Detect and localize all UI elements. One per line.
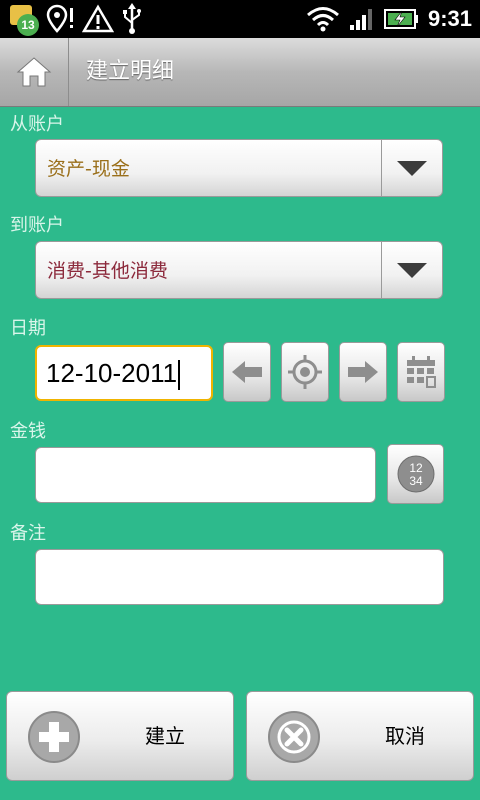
from-account-dropdown-arrow[interactable] (381, 140, 442, 196)
signal-icon (349, 9, 372, 30)
to-account-spinner[interactable]: 消费-其他消费 (35, 241, 443, 299)
home-icon (16, 57, 52, 87)
plus-circle-icon (28, 711, 80, 763)
arrow-right-icon (348, 361, 378, 383)
home-button[interactable] (0, 38, 69, 106)
previous-day-button[interactable] (223, 342, 271, 402)
title-bar: 建立明细 (0, 38, 480, 107)
calendar-icon (407, 356, 436, 388)
status-bar: 13 9:31 (0, 0, 480, 38)
status-bar-left: 13 (8, 3, 144, 36)
today-button[interactable] (281, 342, 329, 402)
chevron-down-icon (397, 263, 427, 278)
note-input[interactable] (35, 549, 444, 605)
create-button-label: 建立 (145, 724, 185, 748)
from-account-spinner[interactable]: 资产-现金 (35, 139, 443, 197)
note-label: 备注 (10, 523, 46, 544)
page-title: 建立明细 (86, 59, 175, 84)
to-account-label: 到账户 (10, 215, 64, 236)
create-button[interactable]: 建立 (6, 691, 234, 781)
amount-label: 金钱 (10, 421, 46, 442)
wifi-icon (306, 7, 339, 32)
date-value: 12-10-2011 (46, 358, 178, 388)
close-circle-icon (268, 711, 320, 763)
usb-icon (123, 3, 141, 34)
target-icon (288, 355, 322, 389)
amount-input[interactable] (35, 447, 376, 503)
notification-count: 13 (17, 14, 39, 36)
date-label: 日期 (10, 318, 46, 339)
location-alert-icon (46, 4, 73, 33)
arrow-left-icon (232, 361, 262, 383)
mail-icon: 13 (8, 3, 40, 36)
text-caret (178, 360, 181, 391)
next-day-button[interactable] (339, 342, 387, 402)
clock: 9:31 (427, 6, 472, 31)
calc-icon-bottom: 34 (409, 474, 423, 488)
to-account-dropdown-arrow[interactable] (381, 242, 442, 298)
calc-icon-top: 12 (409, 461, 423, 475)
cancel-button[interactable]: 取消 (246, 691, 474, 781)
date-input[interactable]: 12-10-2011 (35, 345, 213, 401)
calendar-button[interactable] (397, 342, 445, 402)
calculator-button[interactable]: 12 34 (387, 444, 444, 504)
calculator-icon: 12 34 (397, 455, 434, 493)
cancel-button-label: 取消 (385, 724, 425, 748)
status-bar-right: 9:31 (306, 0, 472, 38)
warning-icon (82, 4, 114, 33)
from-account-label: 从账户 (10, 114, 64, 135)
battery-charging-icon (383, 9, 418, 29)
to-account-value: 消费-其他消费 (47, 260, 168, 282)
chevron-down-icon (397, 161, 427, 176)
from-account-value: 资产-现金 (47, 158, 130, 180)
